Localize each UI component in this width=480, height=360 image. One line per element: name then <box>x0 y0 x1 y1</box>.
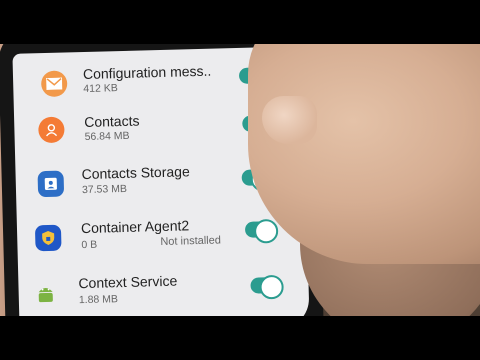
app-size: 0 B <box>81 238 98 252</box>
video-frame: Configuration mess.. 412 KB Contacts 56.… <box>0 44 480 316</box>
app-title: Container Agent2 <box>80 217 190 237</box>
envelope-icon <box>40 70 68 98</box>
app-toggle[interactable] <box>244 221 277 238</box>
contact-person-icon <box>38 116 65 144</box>
shield-lock-icon <box>34 224 62 252</box>
app-toggle[interactable] <box>250 276 282 294</box>
contact-card-icon <box>37 170 65 198</box>
android-icon <box>32 281 59 308</box>
app-title: Contacts Storage <box>81 163 190 183</box>
app-title: Configuration mess.. <box>82 62 212 83</box>
app-title: Contacts <box>84 112 140 130</box>
install-status: Not installed <box>160 234 222 249</box>
app-row-context-service[interactable]: Context Service 1.88 MB <box>18 254 309 314</box>
app-size: 1.88 MB <box>78 293 119 307</box>
app-size: 412 KB <box>83 82 118 95</box>
app-row-container-agent2[interactable]: Container Agent2 0 B Not installed <box>16 202 307 262</box>
app-size: 37.53 MB <box>81 182 128 197</box>
app-title: Context Service <box>78 272 178 292</box>
thumb-tip <box>262 96 317 144</box>
app-size: 56.84 MB <box>84 129 130 143</box>
